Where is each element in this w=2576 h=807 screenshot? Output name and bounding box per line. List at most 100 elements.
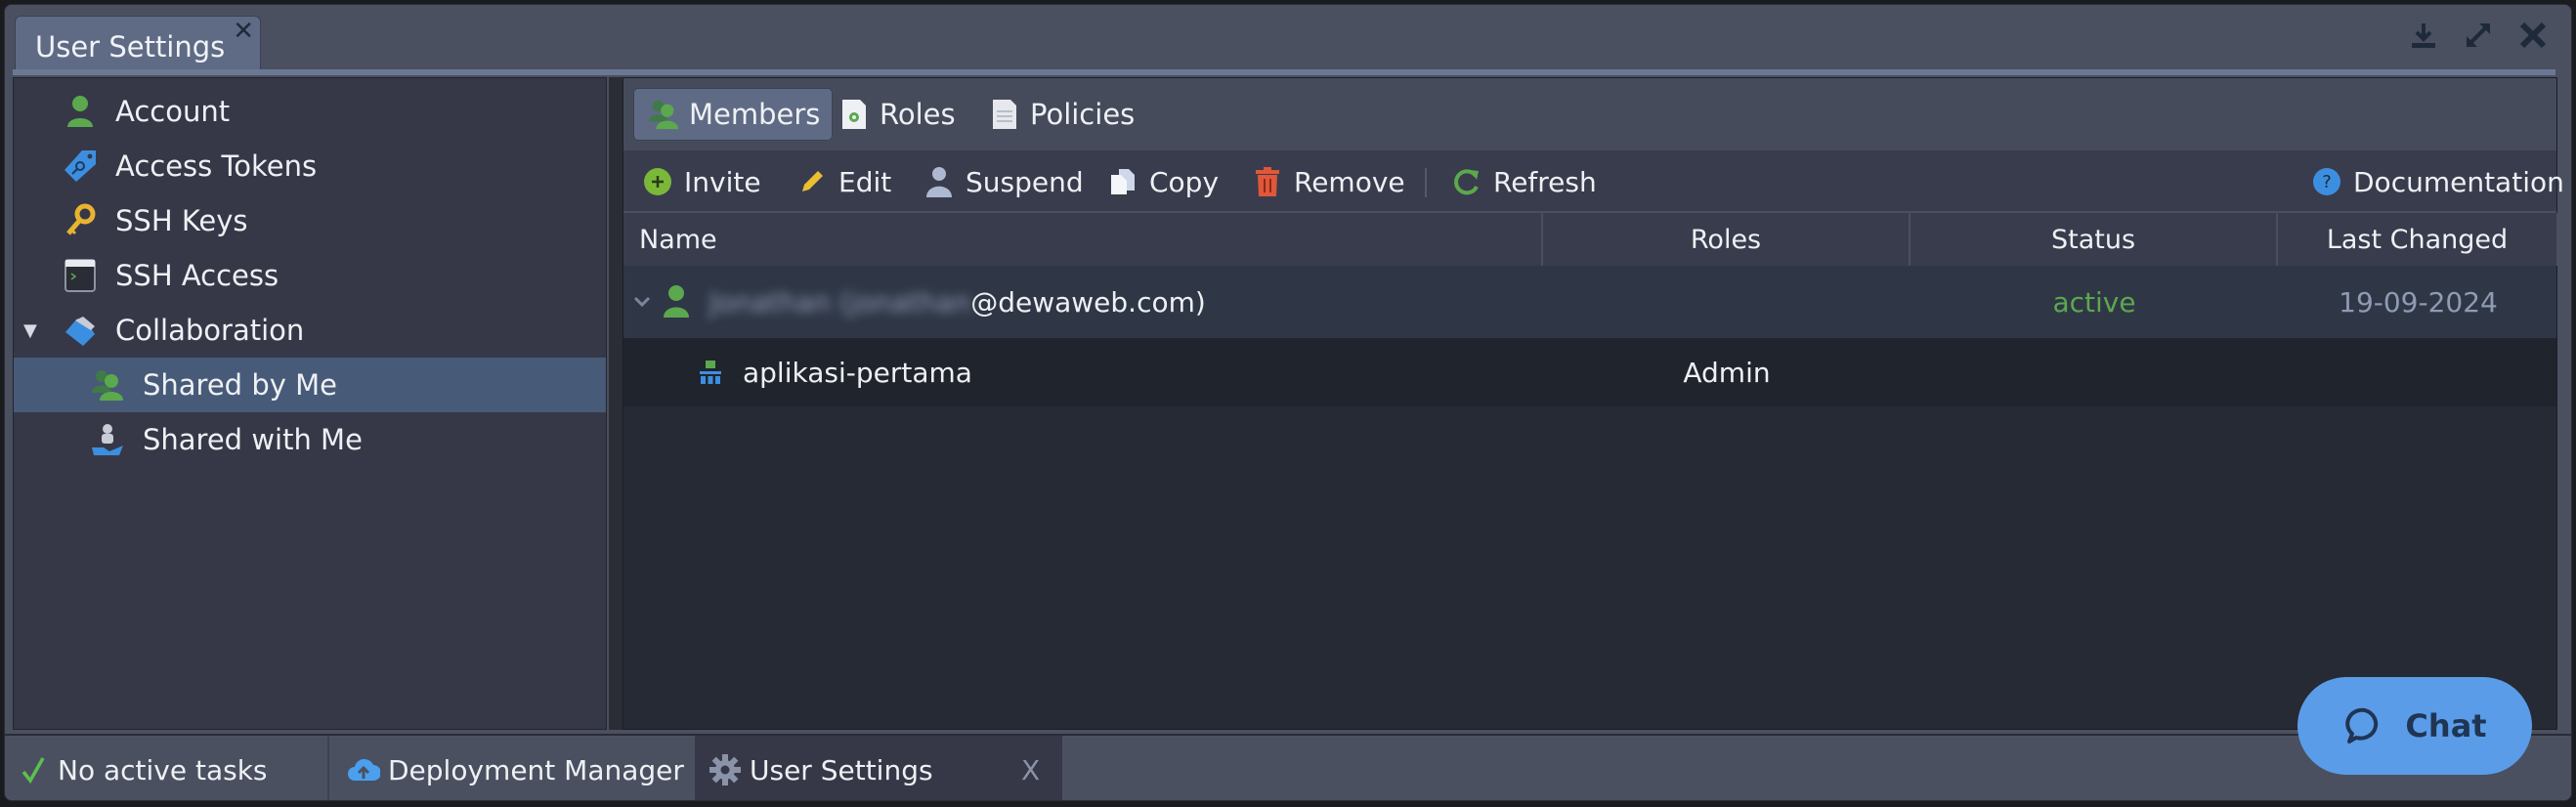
pencil-icon [795, 165, 829, 198]
taskbar-close-user-settings[interactable]: X [1021, 736, 1040, 800]
sidebar-item-account[interactable]: Account [14, 84, 606, 139]
role-doc-icon [837, 97, 872, 132]
environment-name: aplikasi-pertama [743, 356, 972, 389]
task-status[interactable]: No active tasks [17, 736, 268, 800]
svg-text:?: ? [2322, 172, 2332, 192]
tag-key-icon [61, 147, 100, 186]
tab-policies[interactable]: Policies [975, 88, 1146, 141]
column-header-status[interactable]: Status [1911, 213, 2278, 266]
table-row-child[interactable]: aplikasi-pertama Admin [623, 338, 2556, 406]
sidebar-item-label: Shared by Me [143, 368, 337, 402]
taskbar-item-label: Deployment Manager [388, 753, 684, 786]
user-suspend-icon [923, 165, 956, 198]
invite-button[interactable]: Invite [641, 160, 761, 203]
taskbar: No active tasks Deployment Manager User … [5, 734, 2571, 800]
taskbar-user-settings[interactable]: User Settings [708, 736, 933, 800]
checkmark-icon [17, 753, 50, 786]
handshake-icon [61, 311, 100, 350]
edit-label: Edit [838, 165, 892, 198]
refresh-label: Refresh [1493, 165, 1597, 198]
table-row[interactable]: Jonathan (jonathan @dewaweb.com) active … [623, 266, 2556, 338]
task-status-label: No active tasks [58, 753, 268, 786]
column-header-roles[interactable]: Roles [1543, 213, 1911, 266]
tab-label: Policies [1030, 98, 1136, 131]
tab-members[interactable]: Members [633, 88, 834, 141]
invite-label: Invite [684, 165, 761, 198]
column-header-last-changed[interactable]: Last Changed [2278, 213, 2558, 266]
tab-label: Roles [880, 98, 956, 131]
help-icon: ? [2310, 165, 2343, 198]
members-panel: Members Roles Policies Invite Edit Suspe… [623, 77, 2564, 730]
suspend-label: Suspend [966, 165, 1084, 198]
edit-button[interactable]: Edit [795, 160, 891, 203]
suspend-button[interactable]: Suspend [923, 160, 1084, 203]
column-label: Status [2050, 224, 2136, 255]
member-email: @dewaweb.com) [970, 285, 1206, 319]
user-icon [663, 284, 690, 319]
remove-button[interactable]: Remove [1251, 160, 1405, 203]
sidebar-item-label: Collaboration [115, 314, 305, 347]
status-badge: active [2052, 285, 2136, 319]
chat-button[interactable]: Chat [2297, 677, 2532, 775]
column-label: Roles [1690, 224, 1762, 255]
window-tab-bar: User Settings ✕ [5, 5, 2571, 72]
download-icon[interactable] [2407, 19, 2440, 52]
key-icon [61, 201, 100, 240]
user-icon [61, 92, 100, 131]
remove-label: Remove [1294, 165, 1405, 198]
sidebar-item-access-tokens[interactable]: Access Tokens [14, 139, 606, 193]
refresh-button[interactable]: Refresh [1450, 160, 1597, 203]
sidebar-item-label: SSH Access [115, 259, 279, 292]
members-toolbar: Invite Edit Suspend Copy Remove Refresh … [623, 150, 2564, 213]
tab-close-icon[interactable]: ✕ [233, 19, 254, 44]
last-changed-cell: 19-09-2024 [2339, 285, 2498, 319]
refresh-icon [1450, 165, 1483, 198]
chevron-down-icon[interactable] [633, 295, 651, 309]
terminal-icon [61, 256, 100, 295]
maximize-icon[interactable] [2462, 19, 2495, 52]
close-icon[interactable] [2516, 19, 2550, 52]
tab-user-settings[interactable]: User Settings ✕ [15, 16, 261, 72]
member-name-cell: Jonathan (jonathan @dewaweb.com) [633, 266, 1552, 338]
environment-name-cell: aplikasi-pertama [700, 338, 1540, 406]
members-table-header: Name Roles Status Last Changed [623, 213, 2558, 266]
cloud-upload-icon [347, 753, 380, 786]
settings-sidebar: Account Access Tokens SSH Keys SSH Acces… [13, 77, 607, 730]
users-icon [646, 97, 681, 132]
sidebar-item-label: Shared with Me [143, 423, 363, 456]
taskbar-item-label: User Settings [750, 753, 933, 786]
user-settings-window: User Settings ✕ Account Access Tokens SS… [4, 4, 2572, 801]
tab-roles[interactable]: Roles [825, 88, 967, 141]
copy-icon [1106, 165, 1139, 198]
chat-bubble-icon [2342, 703, 2387, 748]
document-icon [987, 97, 1022, 132]
expand-caret-icon[interactable]: ▼ [23, 320, 37, 341]
sidebar-item-collaboration[interactable]: ▼ Collaboration [14, 303, 606, 358]
sidebar-item-label: SSH Keys [115, 204, 248, 237]
subtab-bar: Members Roles Policies [623, 78, 2556, 150]
tab-title: User Settings [35, 30, 226, 64]
sidebar-item-label: Access Tokens [115, 149, 318, 183]
copy-label: Copy [1149, 165, 1220, 198]
panel-splitter[interactable] [609, 77, 623, 730]
column-label: Name [639, 224, 717, 255]
copy-button[interactable]: Copy [1106, 160, 1219, 203]
chat-label: Chat [2405, 707, 2487, 744]
tab-label: Members [689, 98, 821, 131]
hand-user-icon [88, 420, 127, 459]
member-name-redacted: Jonathan (jonathan [709, 285, 971, 319]
column-label: Last Changed [2326, 224, 2509, 255]
taskbar-deployment-manager[interactable]: Deployment Manager [347, 736, 684, 800]
documentation-button[interactable]: ? Documentation [2310, 160, 2564, 203]
plus-circle-icon [641, 165, 674, 198]
sidebar-item-shared-with-me[interactable]: Shared with Me [14, 412, 606, 467]
toolbar-separator [1425, 168, 1427, 197]
sidebar-item-shared-by-me[interactable]: Shared by Me [14, 358, 606, 412]
column-header-name[interactable]: Name [623, 213, 1543, 266]
window-controls [2407, 19, 2550, 52]
sidebar-item-ssh-keys[interactable]: SSH Keys [14, 193, 606, 248]
member-roles-cell [1543, 266, 1911, 338]
environment-role-cell: Admin [1683, 356, 1771, 389]
documentation-label: Documentation [2353, 165, 2564, 198]
sidebar-item-ssh-access[interactable]: SSH Access [14, 248, 606, 303]
